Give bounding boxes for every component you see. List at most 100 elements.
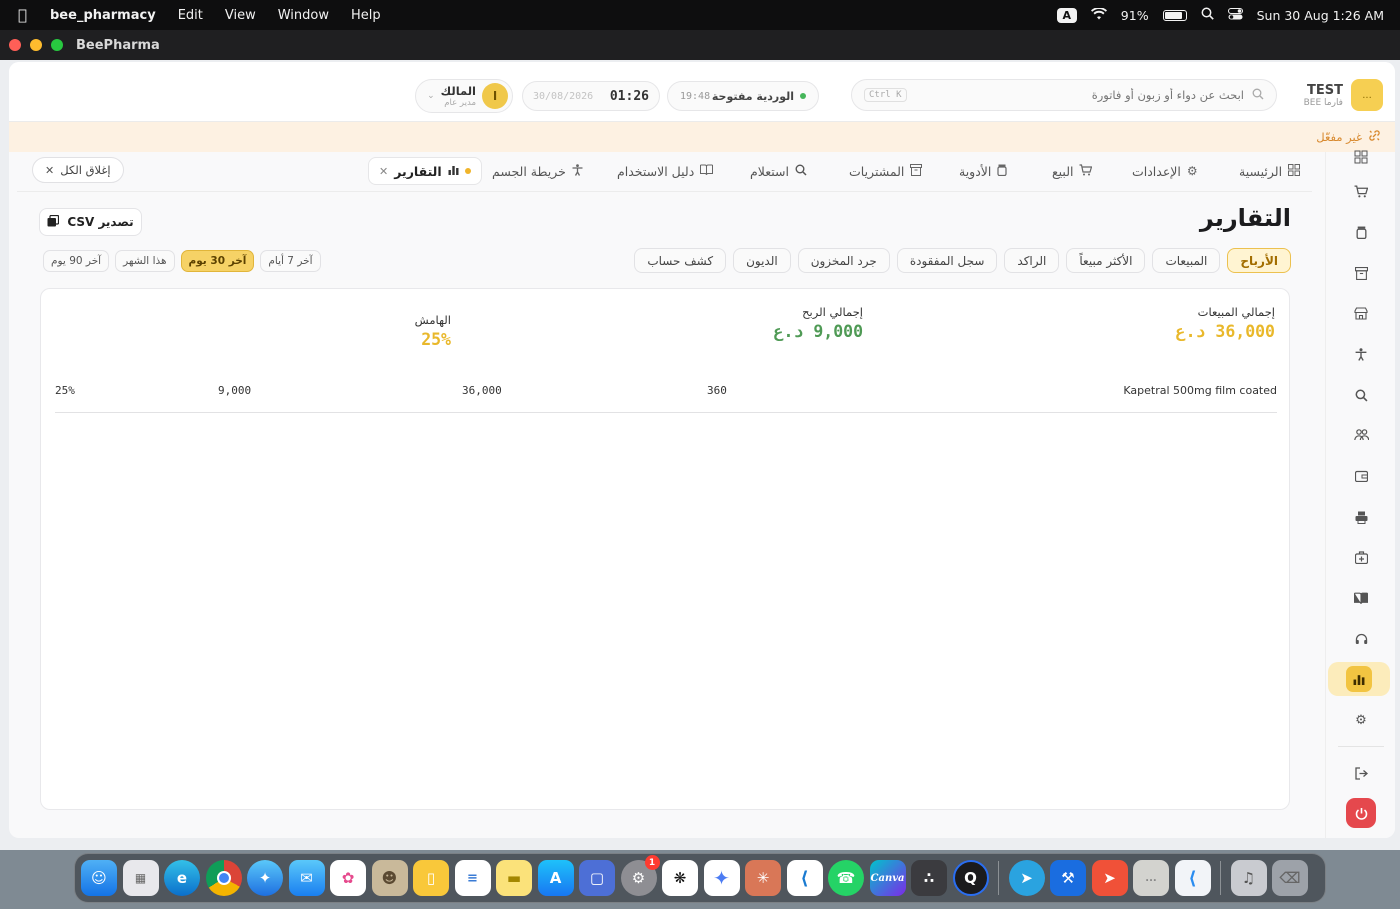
telegram-icon[interactable]: ➤ <box>1008 860 1045 896</box>
photos-icon[interactable]: ✿ <box>330 860 366 896</box>
whatsapp-icon[interactable]: ☎ <box>828 860 864 896</box>
reminders-icon[interactable]: ≡ <box>454 860 491 896</box>
menu-edit[interactable]: Edit <box>178 8 203 23</box>
table-row[interactable]: Kapetral 500mg film coated 360 36,000 9,… <box>55 379 1277 413</box>
sidebar-purchases-archive-icon[interactable] <box>1346 258 1376 288</box>
sidebar-customers-users-icon[interactable] <box>1346 420 1376 450</box>
quicktime-icon[interactable]: Q <box>952 860 989 896</box>
report-type-best-sellers[interactable]: الأكثر مبيعاً <box>1066 248 1146 273</box>
menu-clock[interactable]: Sun 30 Aug 1:26 AM <box>1257 8 1384 23</box>
tab-reports[interactable]: التقارير ✕ <box>368 157 482 185</box>
menu-help[interactable]: Help <box>351 8 381 23</box>
music-icon[interactable]: ♫ <box>1230 860 1267 896</box>
sidebar-printer-icon[interactable] <box>1346 502 1376 532</box>
top-header: TEST BEE فارما ... Ctrl K الوردية مفتوحة… <box>9 62 1395 122</box>
launchpad-icon[interactable]: ▦ <box>122 860 159 896</box>
menu-window[interactable]: Window <box>278 8 329 23</box>
report-type-inventory[interactable]: جرد المخزون <box>797 248 890 273</box>
menu-app-name[interactable]: bee_pharmacy <box>50 8 156 23</box>
tab-body-map[interactable]: خريطة الجسم <box>492 157 583 185</box>
app-window: TEST BEE فارما ... Ctrl K الوردية مفتوحة… <box>0 60 1400 850</box>
close-all-tabs-button[interactable]: إغلاق الكل ✕ <box>32 157 124 183</box>
claude-icon[interactable]: ✳ <box>745 860 781 896</box>
sidebar-store-icon[interactable] <box>1346 298 1376 328</box>
sidebar-settings-gear-icon[interactable]: ⚙ <box>1346 705 1376 735</box>
input-source-icon[interactable]: A <box>1056 7 1077 23</box>
copy-icon <box>47 214 60 230</box>
notes-icon[interactable]: ▯ <box>413 860 449 896</box>
chart-icon <box>448 164 459 178</box>
close-window-button[interactable] <box>9 39 21 51</box>
mail-icon[interactable]: ✉ <box>288 860 325 896</box>
activation-banner[interactable]: غير مفعّل <box>9 122 1395 152</box>
battery-icon[interactable] <box>1162 9 1187 21</box>
spotlight-icon[interactable] <box>1201 7 1214 23</box>
stickies-icon[interactable]: ▬ <box>496 860 532 896</box>
vscode-icon[interactable]: ⟨ <box>786 860 823 896</box>
xcode-icon[interactable]: ⚒ <box>1050 860 1086 896</box>
appstore-icon[interactable]: A <box>537 860 574 896</box>
chatgpt-icon[interactable]: ❋ <box>662 860 698 896</box>
report-type-stagnant[interactable]: الراكد <box>1004 248 1060 273</box>
apple-icon[interactable]:  <box>18 6 38 24</box>
zoom-window-button[interactable] <box>51 39 63 51</box>
sidebar-body-map-icon[interactable] <box>1346 339 1376 369</box>
shift-status-chip[interactable]: الوردية مفتوحة 19:48 <box>667 81 819 111</box>
range-last-90-days[interactable]: آخر 90 يوم <box>43 250 110 272</box>
tab-user-guide[interactable]: دليل الاستخدام <box>617 157 714 185</box>
tab-label: خريطة الجسم <box>492 163 566 179</box>
export-csv-button[interactable]: تصدير CSV <box>39 208 142 236</box>
tab-inquiry[interactable]: استعلام <box>750 157 807 185</box>
canva-icon[interactable]: Canva <box>869 860 906 896</box>
sidebar-search-icon[interactable] <box>1346 380 1376 410</box>
finder-icon[interactable]: ☺ <box>81 860 117 896</box>
range-last-30-days[interactable]: آخر 30 يوم <box>180 250 255 272</box>
sidebar-first-aid-icon[interactable] <box>1346 542 1376 572</box>
report-type-sales[interactable]: المبيعات <box>1152 248 1221 273</box>
minimize-window-button[interactable] <box>30 39 42 51</box>
chrome-icon[interactable] <box>205 860 242 896</box>
report-type-profits[interactable]: الأرباح <box>1227 248 1291 273</box>
global-search[interactable]: Ctrl K <box>851 79 1277 111</box>
flutter-icon[interactable]: ⟨ <box>1174 860 1211 896</box>
range-last-7-days[interactable]: آخر 7 أيام <box>260 250 321 272</box>
user-menu[interactable]: ا المالك مدير عام ⌄ <box>415 79 513 113</box>
tab-sales[interactable]: البيع <box>1052 157 1093 185</box>
report-type-selector: الأرباح المبيعات الأكثر مبيعاً الراكد سج… <box>634 248 1291 273</box>
settings-icon[interactable]: ⚙ 1 <box>620 855 660 896</box>
contacts-icon[interactable]: ☻ <box>371 860 408 896</box>
sidebar-wallet-icon[interactable] <box>1346 461 1376 491</box>
wifi-icon[interactable] <box>1090 6 1107 23</box>
beepharma-icon[interactable]: ... <box>1133 860 1169 896</box>
sidebar-logout-icon[interactable] <box>1346 758 1376 788</box>
davinci-icon[interactable]: ∴ <box>911 860 947 896</box>
menu-view[interactable]: View <box>225 8 256 23</box>
gemini-icon[interactable]: ✦ <box>703 860 740 896</box>
tab-home[interactable]: الرئيسية <box>1239 157 1301 185</box>
close-tab-icon[interactable]: ✕ <box>379 165 388 178</box>
cart-icon <box>1079 163 1093 179</box>
search-input[interactable] <box>906 88 1244 102</box>
sidebar-medicines-pill-bottle-icon[interactable] <box>1346 217 1376 247</box>
trash-icon[interactable]: ⌫ <box>1272 860 1308 896</box>
sidebar-reports-chart-icon[interactable] <box>1328 662 1390 696</box>
tab-medicines[interactable]: الأدوية <box>959 157 1007 185</box>
tab-settings[interactable]: ⚙ الإعدادات <box>1132 157 1198 185</box>
sidebar-power-icon[interactable] <box>1346 798 1376 828</box>
sidebar-guide-book-icon[interactable] <box>1346 583 1376 613</box>
brand[interactable]: TEST BEE فارما ... <box>1304 79 1383 111</box>
preview-icon[interactable]: ▢ <box>579 860 615 896</box>
report-type-missing-log[interactable]: سجل المفقودة <box>896 248 998 273</box>
report-type-account-statement[interactable]: كشف حساب <box>634 248 727 273</box>
control-center-icon[interactable] <box>1227 7 1243 23</box>
tab-purchases[interactable]: المشتريات <box>849 157 923 185</box>
safari-icon[interactable]: ✦ <box>247 860 283 896</box>
sidebar-home-icon[interactable] <box>1346 142 1376 172</box>
menu-bar:  bee_pharmacy Edit View Window Help A 9… <box>0 0 1400 30</box>
rocket-icon[interactable]: ➤ <box>1091 860 1128 896</box>
sidebar-support-headset-icon[interactable] <box>1346 624 1376 654</box>
range-this-month[interactable]: هذا الشهر <box>115 250 175 272</box>
sidebar-sales-cart-icon[interactable] <box>1346 176 1376 206</box>
edge-icon[interactable]: e <box>164 860 200 896</box>
report-type-debts[interactable]: الديون <box>733 248 791 273</box>
